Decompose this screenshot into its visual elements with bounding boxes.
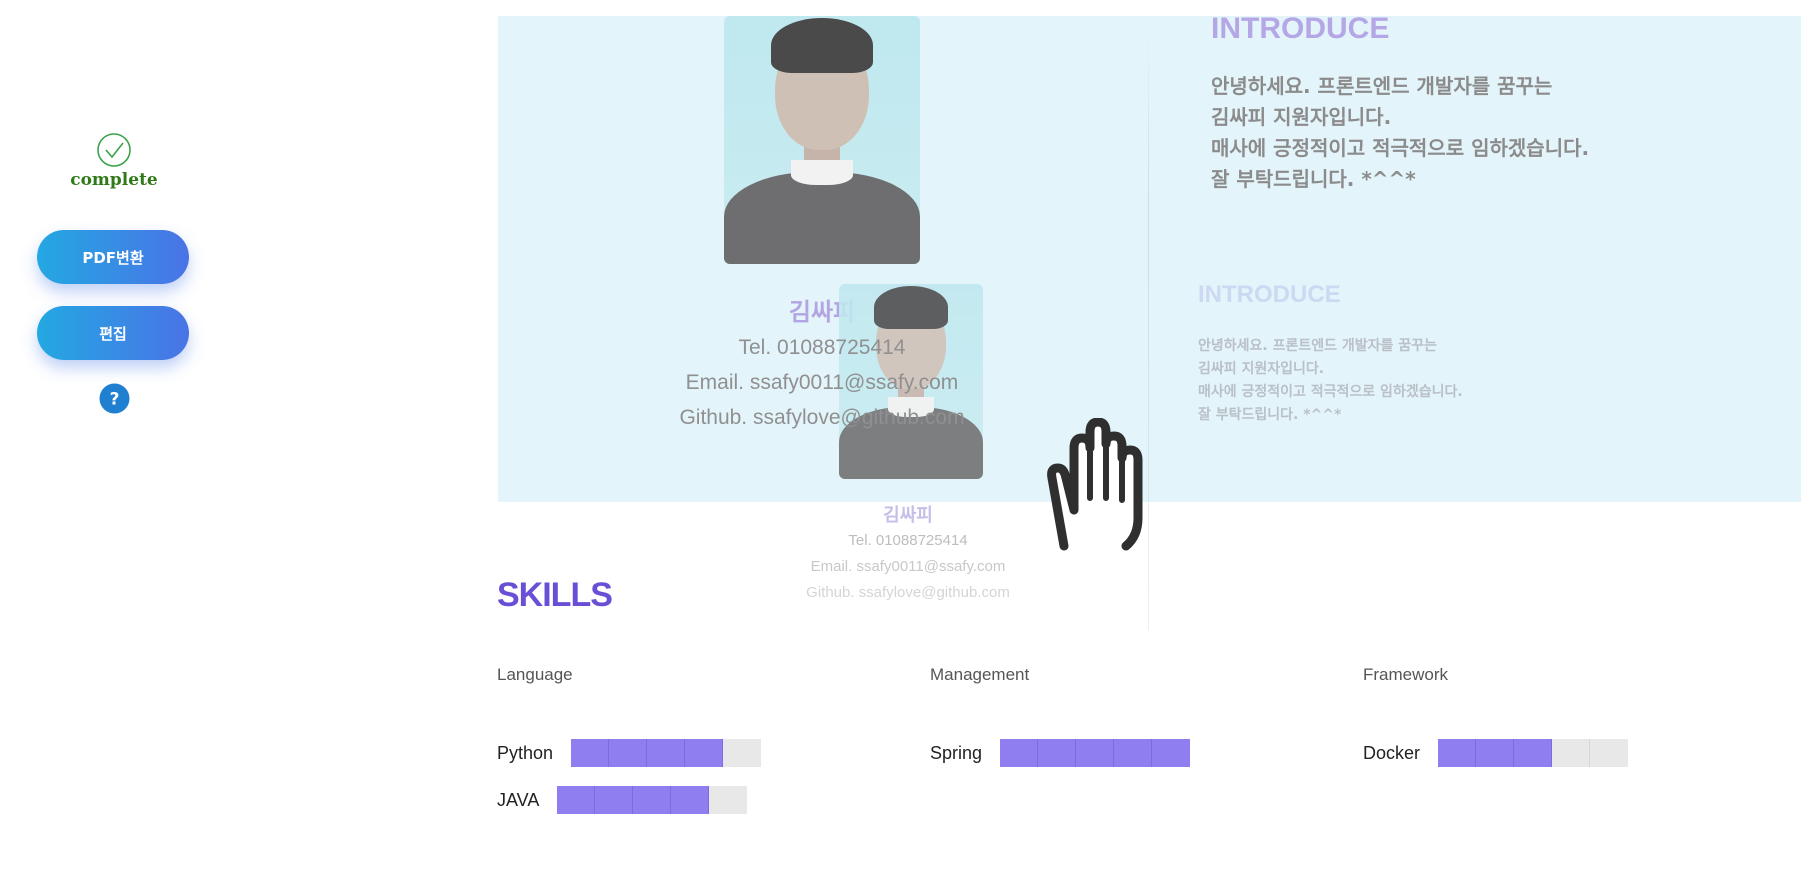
edit-button[interactable]: 편집: [37, 306, 189, 360]
skill-level-cell-filled: [1476, 739, 1515, 767]
skill-level-cell-filled: [671, 786, 710, 814]
skills-title: SKILLS: [497, 576, 613, 614]
skill-level-cell-filled: [609, 739, 648, 767]
profile-name-drag-ghost: 김싸피: [883, 505, 933, 526]
profile-email: Email. ssafy0011@ssafy.com: [685, 371, 959, 394]
skill-level-cell-filled: [1076, 739, 1115, 767]
resume-profile-panel: 김싸피 Tel. 01088725414 Email. ssafy0011@ss…: [498, 16, 1801, 502]
profile-photo: [724, 16, 920, 264]
skill-level-cell-filled: [1038, 739, 1077, 767]
introduce-text-drag-ghost: 안녕하세요. 프론트엔드 개발자를 꿈꾸는 김싸피 지원자입니다. 매사에 긍정…: [1198, 338, 1463, 423]
skill-level-cell-empty: [723, 739, 762, 767]
profile-tel: Tel. 01088725414: [738, 336, 906, 359]
profile-email-drag-ghost: Email. ssafy0011@ssafy.com: [810, 558, 1006, 575]
skill-category-language: Language: [497, 665, 573, 684]
skill-level-bar: [1438, 739, 1629, 767]
skill-name: Python: [497, 742, 554, 763]
profile-tel-drag-ghost: Tel. 01088725414: [848, 532, 968, 549]
svg-text:?: ?: [110, 390, 120, 410]
skill-level-bar: [1000, 739, 1191, 767]
profile-github: Github. ssafylove@github.com: [679, 406, 965, 429]
skill-level-cell-filled: [557, 786, 596, 814]
check-circle-icon: [97, 133, 131, 167]
introduce-text: 안녕하세요. 프론트엔드 개발자를 꿈꾸는 김싸피 지원자입니다. 매사에 긍정…: [1211, 74, 1590, 191]
completion-status: complete: [60, 132, 168, 190]
skill-level-cell-filled: [1000, 739, 1039, 767]
skill-name: Docker: [1363, 742, 1421, 763]
skill-name: JAVA: [497, 789, 540, 810]
column-divider: [1148, 30, 1149, 630]
skill-level-cell-filled: [571, 739, 610, 767]
question-circle-icon[interactable]: ?: [99, 383, 130, 414]
status-label: complete: [70, 170, 158, 190]
skill-level-bar: [571, 739, 762, 767]
introduce-title-drag-ghost: INTRODUCE: [1198, 281, 1341, 308]
pdf-convert-button[interactable]: PDF변환: [37, 230, 189, 284]
skill-level-cell-empty: [1590, 739, 1629, 767]
skill-category-management: Management: [930, 665, 1030, 684]
skill-level-cell-filled: [1514, 739, 1553, 767]
skill-category-framework: Framework: [1363, 665, 1449, 684]
skill-level-bar: [557, 786, 748, 814]
introduce-title: INTRODUCE: [1211, 16, 1390, 45]
skill-level-cell-empty: [709, 786, 748, 814]
profile-github-drag-ghost: Github. ssafylove@github.com: [806, 584, 1010, 601]
skill-name: Spring: [930, 742, 983, 763]
skill-level-cell-filled: [595, 786, 634, 814]
skill-level-cell-filled: [685, 739, 724, 767]
skill-item-java: JAVA: [497, 786, 748, 814]
skill-item-python: Python: [497, 739, 762, 767]
skill-level-cell-filled: [1438, 739, 1477, 767]
skill-level-cell-filled: [1152, 739, 1191, 767]
skill-item-spring: Spring: [930, 739, 1191, 767]
skill-level-cell-empty: [1552, 739, 1591, 767]
skill-level-cell-filled: [647, 739, 686, 767]
skill-item-docker: Docker: [1363, 739, 1629, 767]
skill-level-cell-filled: [633, 786, 672, 814]
skill-level-cell-filled: [1114, 739, 1153, 767]
